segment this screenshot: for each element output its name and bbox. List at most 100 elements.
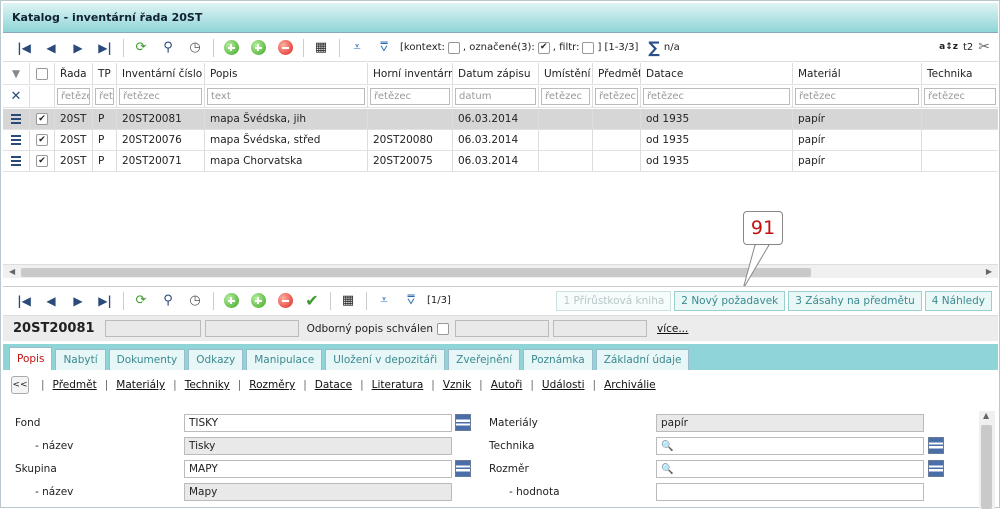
print-icon[interactable]: ▦	[310, 37, 332, 59]
search-icon[interactable]: ⚲	[157, 290, 179, 312]
tab-poznamka[interactable]: Poznámka	[523, 349, 593, 370]
tab-odkazy[interactable]: Odkazy	[188, 349, 244, 370]
next-record-icon[interactable]: ▶	[67, 37, 89, 59]
col-description[interactable]: Popis	[205, 63, 368, 85]
filter-clear-icon[interactable]: ⩢	[373, 37, 395, 59]
clear-filter-icon[interactable]: ✕	[3, 86, 30, 108]
link-rozmery[interactable]: Rozměry	[249, 379, 295, 391]
table-row[interactable]: ✔ 20ST P 20ST20076 mapa Švédska, střed 20ST20…	[3, 130, 998, 151]
tab-accession-book[interactable]: 1 Přírůstková kniha	[556, 291, 672, 311]
filter-description-input[interactable]: text	[207, 88, 365, 105]
dimension-input[interactable]: 🔍	[656, 460, 924, 478]
filter-checkbox[interactable]	[582, 41, 595, 54]
add-copy-icon[interactable]	[247, 37, 269, 59]
table-row[interactable]: ✔ 20ST P 20ST20081 mapa Švédska, jih 06.03.20…	[3, 109, 998, 130]
filter-inventory-input[interactable]: řetězec	[119, 88, 202, 105]
col-location[interactable]: Umístění	[539, 63, 593, 85]
col-dating[interactable]: Datace	[641, 63, 793, 85]
row-checkbox[interactable]: ✔	[36, 113, 48, 125]
refresh-icon[interactable]: ⟳	[130, 290, 152, 312]
link-literatura[interactable]: Literatura	[372, 379, 424, 391]
table-picker-icon[interactable]	[928, 437, 944, 454]
row-checkbox[interactable]: ✔	[36, 155, 48, 167]
filter-date-input[interactable]: datum	[455, 88, 536, 105]
marked-checkbox[interactable]: ✔	[537, 41, 550, 54]
table-row[interactable]: ✔ 20ST P 20ST20071 mapa Chorvatska 20ST20075 0…	[3, 151, 998, 172]
tab-object-interventions[interactable]: 3 Zásahy na předmětu	[788, 291, 922, 311]
next-record-icon[interactable]: ▶	[67, 290, 89, 312]
add-copy-icon[interactable]	[247, 290, 269, 312]
last-record-icon[interactable]: ▶|	[94, 37, 116, 59]
scroll-right-icon[interactable]: ▶	[986, 267, 992, 276]
tab-manipulace[interactable]: Manipulace	[246, 349, 323, 370]
row-menu-icon[interactable]	[3, 130, 30, 151]
col-subject[interactable]: Předmět	[593, 63, 641, 85]
prev-record-icon[interactable]: ◀	[40, 37, 62, 59]
filter-clear-icon[interactable]: ⩢	[400, 290, 422, 312]
col-technique[interactable]: Technika	[922, 63, 998, 85]
row-checkbox[interactable]: ✔	[36, 134, 48, 146]
col-entry-date[interactable]: Datum zápisu	[453, 63, 539, 85]
col-upper-inventory[interactable]: Horní inventární	[368, 63, 453, 85]
technique-input[interactable]: 🔍	[656, 437, 924, 455]
tab-ulozeni[interactable]: Uložení v depozitáři	[325, 349, 446, 370]
scroll-up-icon[interactable]: ▲	[983, 411, 989, 420]
tab-new-request[interactable]: 2 Nový požadavek	[674, 291, 786, 311]
filter-icon[interactable]: ⩡	[346, 37, 368, 59]
confirm-check-icon[interactable]: ✔	[301, 290, 323, 312]
group-input[interactable]: MAPY	[184, 460, 452, 478]
tab-zverejneni[interactable]: Zveřejnění	[448, 349, 521, 370]
print-icon[interactable]: ▦	[337, 290, 359, 312]
search-icon[interactable]: ⚲	[157, 37, 179, 59]
clock-icon[interactable]: ◷	[184, 290, 206, 312]
header-select-all[interactable]	[30, 63, 55, 85]
tab-zakladni-udaje[interactable]: Základní údaje	[595, 349, 690, 370]
sum-icon[interactable]: ∑	[648, 38, 659, 57]
link-predmet[interactable]: Předmět	[53, 379, 97, 391]
horizontal-scroll-thumb[interactable]	[21, 268, 811, 277]
context-checkbox[interactable]	[447, 41, 460, 54]
add-icon[interactable]	[220, 37, 242, 59]
refresh-icon[interactable]: ⟳	[130, 37, 152, 59]
horizontal-scrollbar[interactable]: ◀ ▶	[3, 264, 998, 278]
filter-icon[interactable]: ⩡	[373, 290, 395, 312]
delete-icon[interactable]	[274, 37, 296, 59]
filter-location-input[interactable]: řetězec	[541, 88, 590, 105]
dimension-value-input[interactable]	[656, 483, 924, 501]
col-tp[interactable]: TP	[93, 63, 117, 85]
col-rada[interactable]: Řada	[55, 63, 93, 85]
table-picker-icon[interactable]	[928, 460, 944, 477]
clock-icon[interactable]: ◷	[184, 37, 206, 59]
vertical-scrollbar[interactable]: ▲	[979, 411, 995, 509]
sort-az-icon[interactable]: a↕z	[939, 42, 958, 52]
fond-input[interactable]: TISKY	[184, 414, 452, 432]
last-record-icon[interactable]: ▶|	[94, 290, 116, 312]
row-menu-icon[interactable]	[3, 151, 30, 172]
table-picker-icon[interactable]	[455, 414, 471, 431]
scroll-left-icon[interactable]: ◀	[9, 267, 15, 276]
col-material[interactable]: Materiál	[793, 63, 922, 85]
table-picker-icon[interactable]	[455, 460, 471, 477]
link-datace[interactable]: Datace	[315, 379, 352, 391]
filter-upper-inventory-input[interactable]: řetězec	[370, 88, 450, 105]
header-filter-icon[interactable]: ▼	[3, 63, 30, 85]
filter-rada-input[interactable]: řetězec	[57, 88, 90, 105]
col-inventory-number[interactable]: Inventární číslo	[117, 63, 205, 85]
back-button[interactable]: <<	[11, 376, 29, 394]
tab-popis[interactable]: Popis	[9, 347, 53, 370]
tab-nabyti[interactable]: Nabytí	[55, 349, 106, 370]
first-record-icon[interactable]: |◀	[13, 290, 35, 312]
link-udalosti[interactable]: Události	[542, 379, 585, 391]
filter-dating-input[interactable]: řetězec	[643, 88, 790, 105]
link-materialy[interactable]: Materiály	[116, 379, 165, 391]
vertical-scroll-thumb[interactable]	[981, 425, 992, 509]
tools-icon[interactable]: ✂	[978, 39, 990, 55]
select-all-checkbox[interactable]	[36, 67, 48, 80]
link-vznik[interactable]: Vznik	[443, 379, 471, 391]
approved-checkbox[interactable]	[436, 322, 449, 335]
row-menu-icon[interactable]	[3, 109, 30, 130]
first-record-icon[interactable]: |◀	[13, 37, 35, 59]
tab-previews[interactable]: 4 Náhledy	[924, 291, 992, 311]
delete-icon[interactable]	[274, 290, 296, 312]
tab-dokumenty[interactable]: Dokumenty	[108, 349, 186, 370]
